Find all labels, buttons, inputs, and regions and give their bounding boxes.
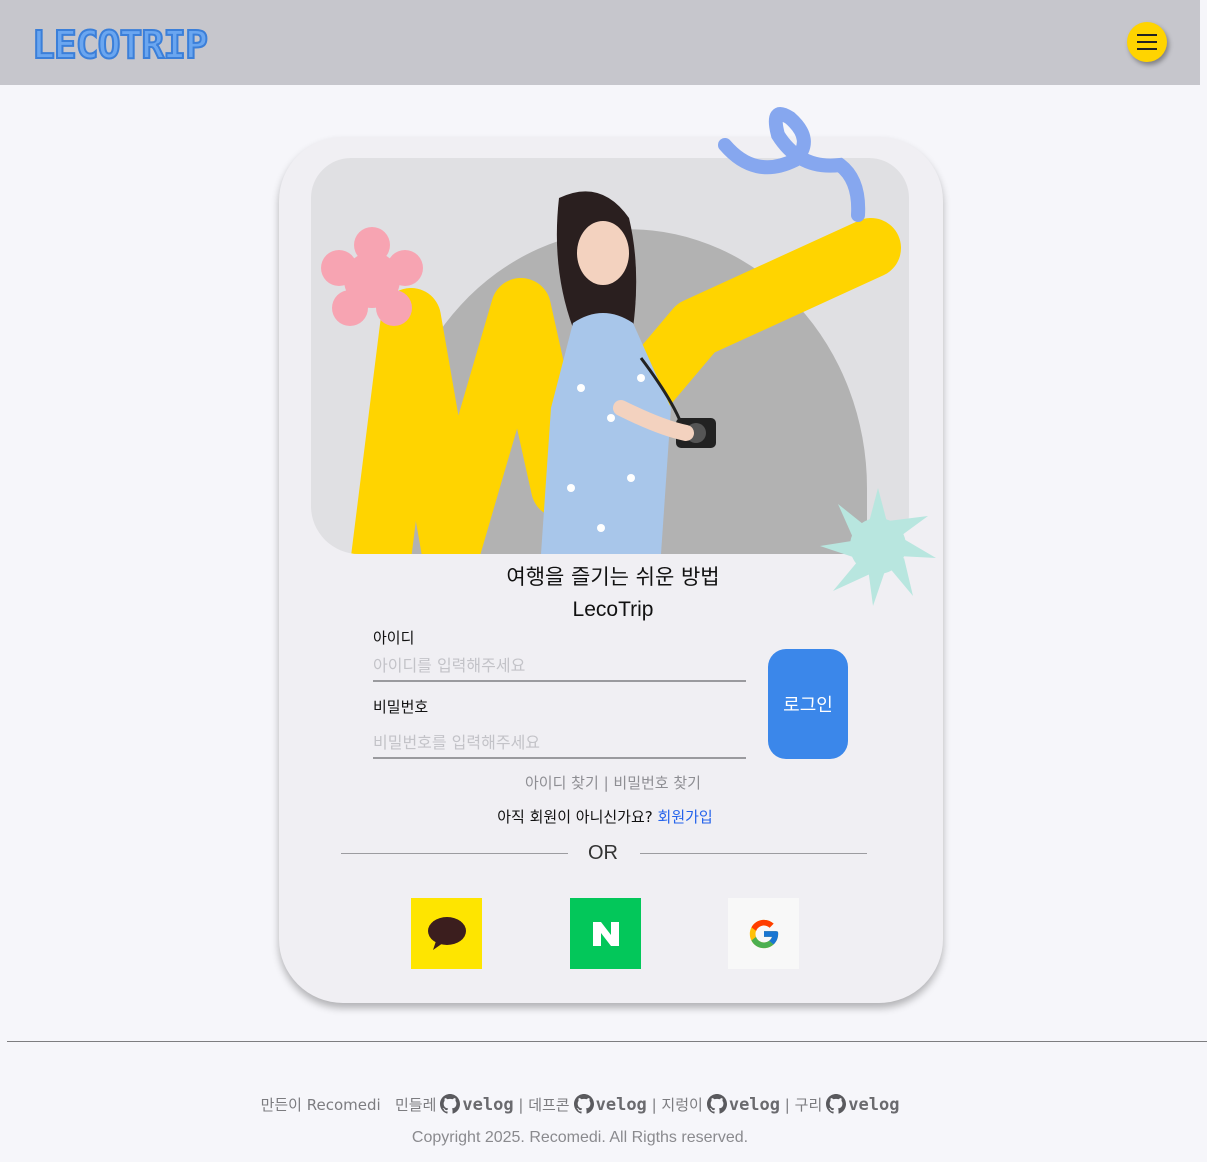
member-name: 지렁이 bbox=[661, 1096, 703, 1114]
password-label: 비밀번호 bbox=[373, 698, 429, 716]
footer-credits: 만든이 Recomedi 민들레 velog | 데프콘 velog | 지렁이 ve… bbox=[160, 1094, 1000, 1115]
github-icon bbox=[826, 1094, 847, 1114]
or-text: OR bbox=[588, 842, 618, 864]
naver-login-button[interactable] bbox=[570, 898, 641, 969]
hero-tagline: 여행을 즐기는 쉬운 방법 bbox=[506, 565, 720, 589]
or-divider-left bbox=[341, 853, 568, 854]
github-icon bbox=[573, 1094, 594, 1114]
footer-separator: | bbox=[784, 1096, 790, 1114]
find-separator: | bbox=[603, 774, 609, 792]
kakao-login-button[interactable] bbox=[411, 898, 482, 969]
find-id-link[interactable]: 아이디 찾기 bbox=[525, 774, 599, 792]
velog-link[interactable]: velog bbox=[596, 1095, 647, 1115]
login-button[interactable]: 로그인 bbox=[768, 649, 848, 759]
velog-link[interactable]: velog bbox=[729, 1095, 780, 1115]
google-g-icon bbox=[749, 919, 778, 948]
member-name: 민들레 bbox=[394, 1096, 437, 1114]
velog-link[interactable]: velog bbox=[848, 1095, 899, 1115]
kakao-speech-bubble-icon bbox=[427, 916, 466, 950]
id-label: 아이디 bbox=[373, 629, 415, 647]
hero-brand-name: LecoTrip bbox=[572, 598, 654, 621]
velog-link[interactable]: velog bbox=[462, 1095, 513, 1115]
hamburger-menu-button[interactable] bbox=[1127, 22, 1167, 62]
google-login-button[interactable] bbox=[728, 898, 799, 969]
find-account-links: 아이디 찾기 | 비밀번호 찾기 bbox=[440, 772, 786, 793]
copyright-text: Copyright 2025. Recomedi. All Rigths res… bbox=[411, 1129, 749, 1146]
or-divider-right bbox=[640, 853, 867, 854]
lecotrip-logo[interactable]: LECOTRIP bbox=[30, 24, 270, 64]
signup-row: 아직 회원이 아니신가요? 회원가입 bbox=[400, 806, 810, 827]
logo-text: LECOTRIP bbox=[32, 24, 207, 64]
password-input[interactable] bbox=[373, 727, 746, 759]
github-icon bbox=[706, 1094, 727, 1114]
footer-separator: | bbox=[651, 1096, 657, 1114]
github-icon bbox=[440, 1094, 461, 1114]
footer-divider bbox=[7, 1041, 1207, 1042]
signup-link[interactable]: 회원가입 bbox=[658, 808, 713, 826]
signup-prompt: 아직 회원이 아니신가요? bbox=[497, 808, 653, 826]
header: LECOTRIP bbox=[0, 0, 1200, 85]
hamburger-icon bbox=[1137, 34, 1157, 36]
id-input[interactable] bbox=[373, 650, 746, 682]
hero-image bbox=[311, 158, 909, 554]
member-name: 데프콘 bbox=[528, 1096, 570, 1114]
naver-n-icon bbox=[592, 921, 619, 946]
find-password-link[interactable]: 비밀번호 찾기 bbox=[613, 774, 701, 792]
made-by-text: 만든이 Recomedi bbox=[260, 1096, 381, 1114]
footer-separator: | bbox=[518, 1096, 524, 1114]
member-name: 구리 bbox=[794, 1096, 823, 1114]
